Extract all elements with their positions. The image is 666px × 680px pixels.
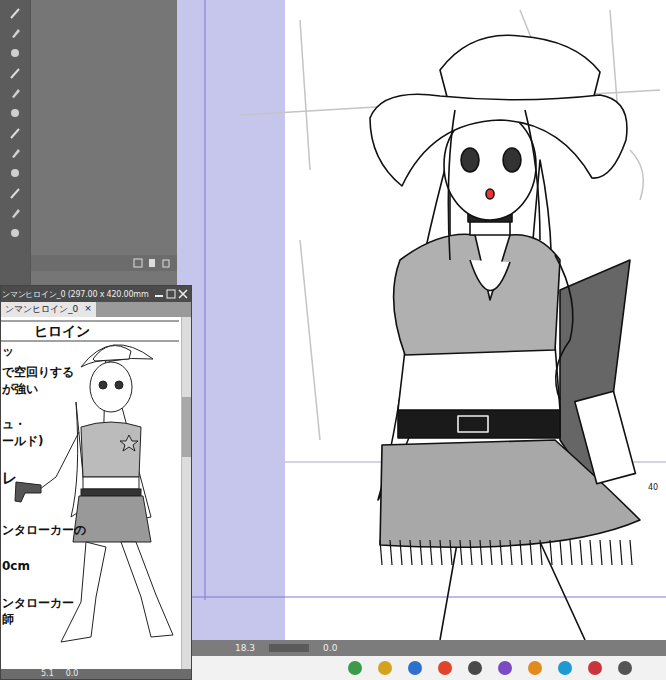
title-bar[interactable]: ンマンヒロイン_0 (297.00 x 420.00mm [1,286,191,302]
sheet-line: ンタローカーの [2,522,86,539]
angle-value[interactable]: 0.0 [323,643,337,653]
app-icon[interactable] [557,660,573,676]
sheet-line: 師 [2,611,14,628]
sheet-line: ュ・ [2,416,26,433]
maximize-icon[interactable] [166,289,176,299]
app-icon[interactable] [617,660,633,676]
sheet-line: ッ [2,343,14,360]
tool-icon[interactable] [8,86,22,100]
layer-icon[interactable] [133,258,143,268]
manga-page[interactable]: 40 [177,0,666,640]
window-title: ンマンヒロイン_0 (297.00 x 420.00mm [2,289,149,300]
page-number: 40 [648,483,658,492]
app-icon[interactable] [377,660,393,676]
tool-icon[interactable] [8,166,22,180]
window-angle[interactable]: 0.0 [66,669,79,679]
sheet-line: レ [2,469,17,488]
clip-studio-screen: 40 18.3 0.0 ンマンヒロイン_0 (297.00 x 420.00mm… [0,0,666,680]
heroine-figure [370,35,640,640]
trash-icon[interactable] [161,258,171,268]
scrollbar[interactable] [181,317,191,669]
reference-window[interactable]: ンマンヒロイン_0 (297.00 x 420.00mm ンマンヒロイン_0 ×… [0,285,192,680]
tab-row: ンマンヒロイン_0 × [1,302,191,317]
reference-sheet: ヒロイン ッで空回りするが強いュ・ールド) レンタローカーの 0cm ンタローカー師 [1,317,181,669]
canvas-column: 40 18.3 0.0 [177,0,666,680]
tool-icon[interactable] [8,26,22,40]
minimize-icon[interactable] [154,289,164,299]
tool-icon[interactable] [8,206,22,220]
toolbar [0,0,30,285]
tool-area [0,0,177,285]
sheet-heading: ヒロイン [34,323,90,341]
app-icon[interactable] [527,660,543,676]
tool-icon[interactable] [8,126,22,140]
app-icon[interactable] [407,660,423,676]
canvas[interactable]: 40 [177,0,666,640]
sheet-line: ールド) [2,433,43,450]
zoom-controls[interactable] [269,644,309,652]
zoom-value[interactable]: 18.3 [235,643,255,653]
sheet-line: 0cm [2,559,30,573]
window-status-bar: 5.1 0.0 [1,669,191,679]
canvas-status-bar: 18.3 0.0 [177,640,666,656]
tool-icon[interactable] [8,146,22,160]
app-icon[interactable] [347,660,363,676]
sheet-line: が強い [2,381,38,398]
app-icon[interactable] [467,660,483,676]
panel-footer [31,255,177,271]
close-icon[interactable] [178,289,188,299]
app-icon[interactable] [497,660,513,676]
taskbar [177,656,666,680]
sheet-line: で空回りする [2,364,74,381]
sheet-line: ンタローカー [2,595,74,612]
tool-icon[interactable] [8,186,22,200]
tab-close[interactable]: × [84,303,92,316]
app-icon[interactable] [587,660,603,676]
window-zoom[interactable]: 5.1 [41,669,54,679]
sub-tool-panel [30,0,177,285]
document-tab[interactable]: ンマンヒロイン_0 × [1,302,96,317]
app-icon[interactable] [437,660,453,676]
tool-icon[interactable] [8,226,22,240]
new-icon[interactable] [147,258,157,268]
tool-icon[interactable] [8,6,22,20]
tool-icon[interactable] [8,46,22,60]
tool-icon[interactable] [8,66,22,80]
tool-icon[interactable] [8,106,22,120]
